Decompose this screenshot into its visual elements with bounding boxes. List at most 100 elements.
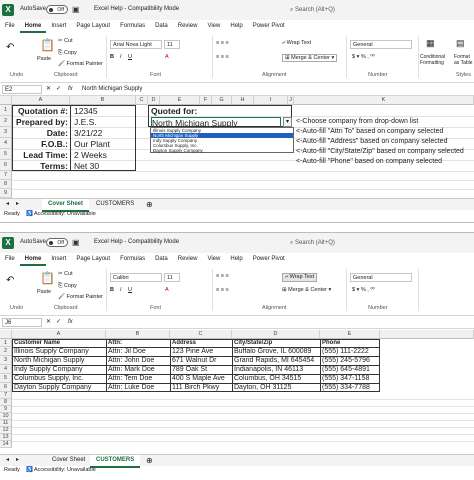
table-cell[interactable]: (555) 245-5796 (322, 356, 380, 365)
wrap-text-button[interactable]: ⤶ Wrap Text (282, 273, 318, 282)
font-color-icon[interactable]: A (165, 287, 169, 293)
format-painter-button[interactable]: 🖌 Format Painter (58, 294, 103, 300)
column-header[interactable]: D (148, 96, 160, 105)
tab-page-layout[interactable]: Page Layout (71, 254, 115, 266)
row-header[interactable]: 1 (0, 339, 12, 347)
tab-home[interactable]: Home (19, 21, 47, 33)
column-header[interactable]: E (160, 96, 200, 105)
currency-icon[interactable]: $ ▾ % , ⁰⁰ (352, 54, 375, 60)
row-header[interactable]: 6 (0, 383, 12, 392)
tab-insert[interactable]: Insert (46, 254, 71, 266)
table-cell[interactable]: 400 S Maple Ave (172, 374, 232, 383)
accessibility-icon[interactable]: ♿ (26, 466, 33, 475)
row-header[interactable]: 4 (0, 138, 12, 149)
table-cell[interactable]: Attn: Jil Doe (108, 347, 170, 356)
dropdown-arrow-icon[interactable]: ▾ (283, 117, 292, 127)
column-header[interactable]: I (254, 96, 288, 105)
row-header[interactable]: 3 (0, 127, 12, 138)
table-cell[interactable]: Attn: John Doe (108, 356, 170, 365)
cut-button[interactable]: ✂ Cut (58, 271, 73, 277)
bold-icon[interactable]: B (110, 54, 114, 60)
paste-icon[interactable]: 📋 (40, 271, 55, 285)
column-header-blank[interactable] (380, 330, 474, 339)
font-name-select[interactable]: Calibri (110, 273, 162, 282)
row-header[interactable]: 8 (0, 399, 12, 406)
row-header[interactable]: 5 (0, 374, 12, 383)
quotation-value[interactable]: 12345 (74, 106, 134, 116)
number-format-select[interactable]: General (350, 40, 412, 49)
fx-icon[interactable]: fx (68, 317, 73, 328)
accessibility-status[interactable]: Accessibility: Unavailable (34, 466, 96, 475)
table-cell[interactable]: 111 Birch Pkwy (172, 383, 232, 392)
fx-icon[interactable]: fx (68, 84, 73, 95)
save-icon[interactable]: ▣ (72, 238, 80, 247)
bold-icon[interactable]: B (110, 287, 114, 293)
table-cell[interactable]: (555) 347-1158 (322, 374, 380, 383)
add-sheet-icon[interactable]: ⊕ (146, 455, 153, 466)
worksheet-grid[interactable]: A B C D E F G H I J K 1 2 3 4 5 6 7 8 9 … (0, 96, 474, 200)
undo-icon[interactable]: ↶ (6, 42, 14, 53)
tab-file[interactable]: File (0, 21, 20, 33)
table-cell[interactable]: Columbus Supply, Inc. (14, 374, 106, 383)
row-header[interactable]: 8 (0, 180, 12, 189)
row-header[interactable]: 6 (0, 160, 12, 171)
column-header[interactable]: G (212, 96, 232, 105)
search-input[interactable]: ⌕ Search (Alt+Q) (290, 4, 410, 16)
table-cell[interactable]: Grand Rapids, MI 645454 (234, 356, 320, 365)
table-cell[interactable]: North Michigan Supply (14, 356, 106, 365)
row-header[interactable]: 9 (0, 189, 12, 198)
name-box[interactable]: E2 (2, 85, 42, 94)
row-header[interactable]: 13 (0, 434, 12, 441)
tab-review[interactable]: Review (173, 21, 203, 33)
font-name-select[interactable]: Arial Nova Light (110, 40, 162, 49)
table-cell[interactable]: (555) 111-2222 (322, 347, 380, 356)
column-header[interactable]: C (136, 96, 148, 105)
table-cell[interactable]: (555) 645-4891 (322, 365, 380, 374)
underline-icon[interactable]: U (128, 54, 132, 60)
table-cell[interactable]: Dayton Supply Company (14, 383, 106, 392)
tab-formulas[interactable]: Formulas (115, 254, 150, 266)
merge-center-button[interactable]: ⊞ Merge & Center ▾ (282, 54, 338, 62)
table-cell[interactable]: Columbus, OH 34515 (234, 374, 320, 383)
terms-value[interactable]: Net 30 (74, 161, 134, 171)
fob-value[interactable]: Our Plant (74, 139, 134, 149)
table-cell[interactable]: (555) 334-7788 (322, 383, 380, 392)
table-cell[interactable]: Attn: Mark Doe (108, 365, 170, 374)
tab-formulas[interactable]: Formulas (115, 21, 150, 33)
wrap-text-button[interactable]: ⤶ Wrap Text (282, 40, 311, 47)
column-header[interactable]: K (294, 96, 474, 105)
select-all-corner[interactable] (0, 330, 12, 339)
merge-center-button[interactable]: ⊞ Merge & Center ▾ (282, 287, 331, 293)
row-header[interactable]: 1 (0, 105, 12, 116)
row-header[interactable]: 11 (0, 420, 12, 427)
undo-icon[interactable]: ↶ (6, 275, 14, 286)
align-top-icon[interactable]: ≡ ≡ ≡ (216, 273, 229, 279)
enter-icon[interactable]: ✓ (56, 84, 61, 95)
row-header[interactable]: 14 (0, 441, 12, 448)
italic-icon[interactable]: I (120, 54, 122, 60)
tab-home[interactable]: Home (19, 254, 47, 266)
copy-button[interactable]: ⎘ Copy (58, 283, 77, 290)
autosave-toggle[interactable]: Off (46, 238, 68, 247)
table-cell[interactable]: Indy Supply Company (14, 365, 106, 374)
underline-icon[interactable]: U (128, 287, 132, 293)
table-cell[interactable]: 123 Pine Ave (172, 347, 232, 356)
row-header[interactable]: 10 (0, 413, 12, 420)
row-header[interactable]: 9 (0, 406, 12, 413)
tab-page-layout[interactable]: Page Layout (71, 21, 115, 33)
row-header[interactable]: 4 (0, 365, 12, 374)
format-as-table-button[interactable]: Format as Table (454, 54, 474, 66)
font-size-select[interactable]: 11 (164, 273, 180, 282)
column-header[interactable]: F (200, 96, 212, 105)
row-header[interactable]: 2 (0, 347, 12, 356)
autosave-toggle[interactable]: Off (46, 5, 68, 14)
formula-input[interactable]: North Michigan Supply (82, 84, 142, 95)
lead-time-value[interactable]: 2 Weeks (74, 150, 134, 160)
table-cell[interactable]: Illinois Supply Company (14, 347, 106, 356)
copy-button[interactable]: ⎘ Copy (58, 50, 77, 57)
column-header[interactable]: A (12, 330, 106, 339)
accessibility-icon[interactable]: ♿ (26, 210, 33, 219)
tab-data[interactable]: Data (150, 254, 173, 266)
tab-prev-icon[interactable]: ◂ (6, 199, 9, 210)
prepared-by-value[interactable]: J.E.S. (74, 117, 134, 127)
